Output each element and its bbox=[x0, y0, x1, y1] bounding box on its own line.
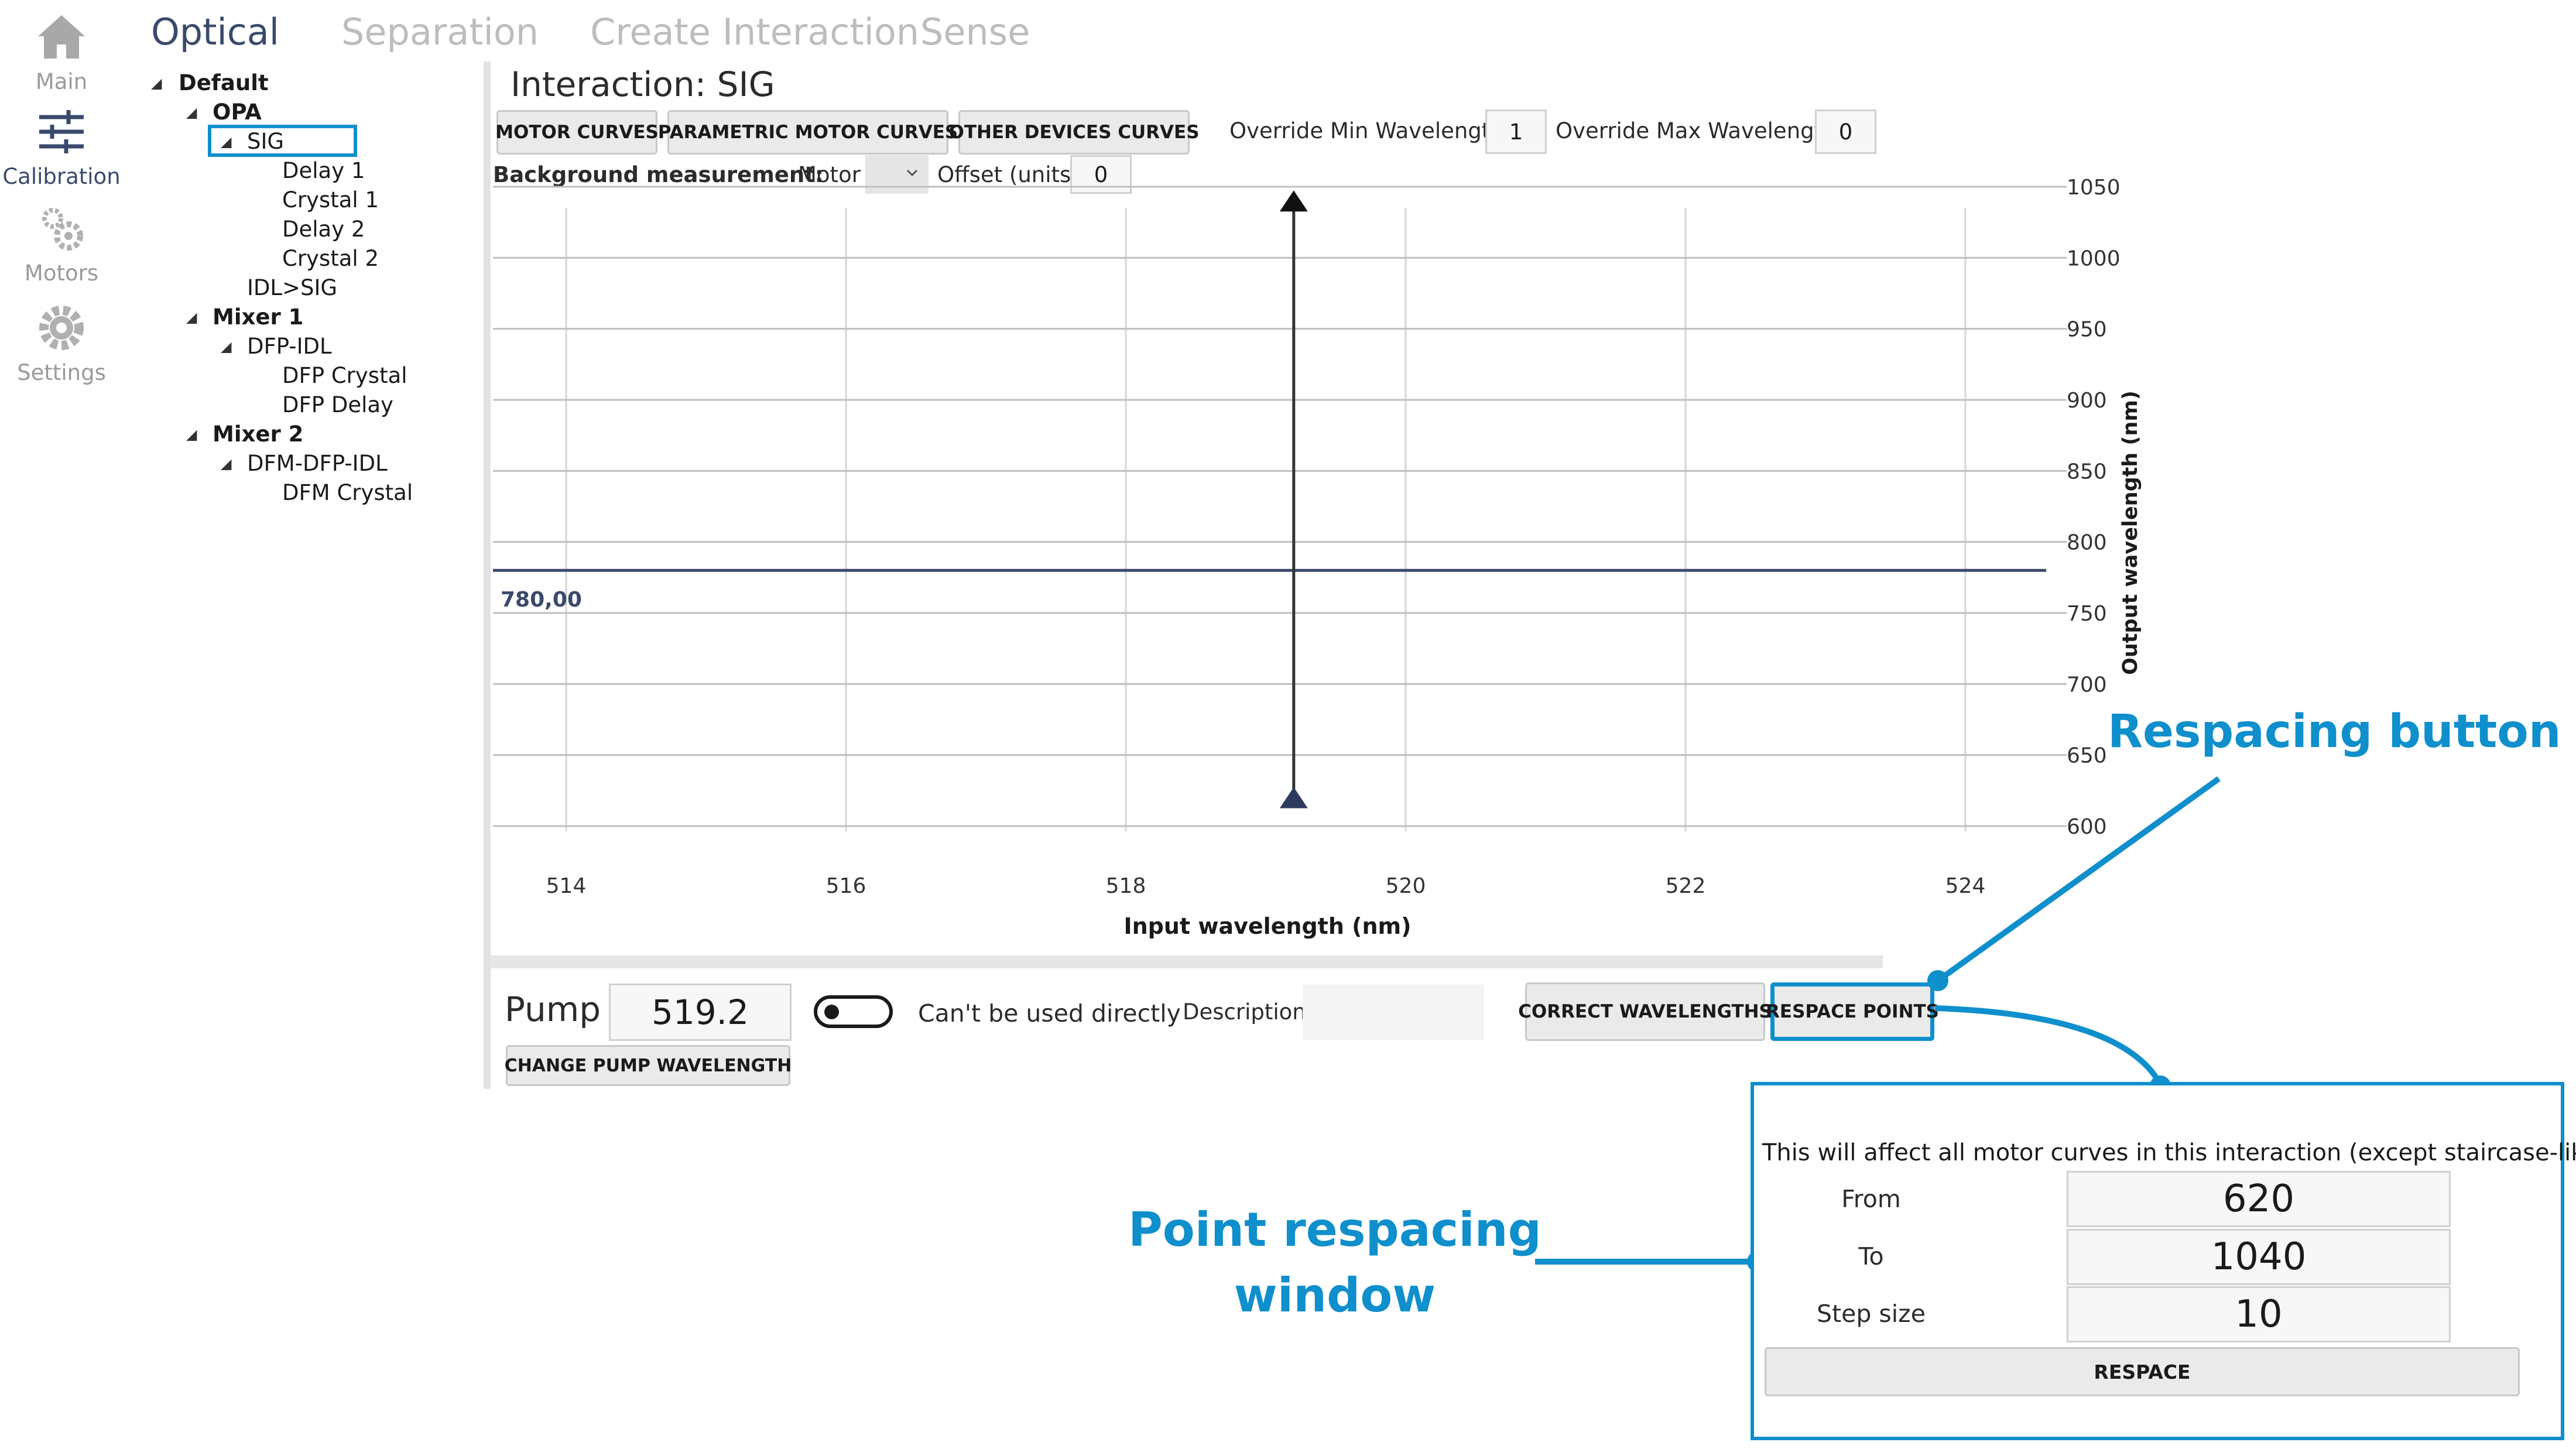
y-tick-label: 950 bbox=[2067, 318, 2107, 342]
marker-top-handle bbox=[1279, 190, 1308, 212]
reference-line-label: 780,00 bbox=[501, 588, 582, 612]
y-tick-label: 850 bbox=[2067, 460, 2107, 484]
y-tick-label: 650 bbox=[2067, 744, 2107, 768]
point-respacing-window-annotation: Point respacing window bbox=[1101, 1197, 1569, 1328]
y-tick-label: 800 bbox=[2067, 531, 2107, 555]
pump-label: Pump bbox=[505, 989, 601, 1029]
from-input[interactable]: 620 bbox=[2067, 1171, 2451, 1227]
x-tick-label: 514 bbox=[546, 874, 587, 898]
step-size-label: Step size bbox=[1817, 1300, 1926, 1328]
respace-points-window: This will affect all motor curves in thi… bbox=[1751, 1082, 2576, 1440]
x-tick-label: 522 bbox=[1666, 874, 1706, 898]
y-axis-label: Output wavelength (nm) bbox=[2119, 390, 2142, 675]
description-label: Description: bbox=[1183, 999, 1314, 1025]
from-label: From bbox=[1841, 1185, 1901, 1213]
correct-wavelengths-button[interactable]: CORRECT WAVELENGTHS bbox=[1518, 982, 1772, 1041]
y-tick-label: 750 bbox=[2067, 602, 2107, 626]
y-tick-label: 1050 bbox=[2067, 176, 2121, 200]
chart-marks: 780,00 bbox=[493, 190, 2046, 809]
y-tick-label: 900 bbox=[2067, 389, 2107, 413]
cant-be-used-directly-toggle[interactable] bbox=[814, 995, 893, 1028]
x-tick-label: 518 bbox=[1106, 874, 1146, 898]
respace-button[interactable]: RESPACE bbox=[1765, 1347, 2520, 1396]
marker-bottom-handle bbox=[1279, 787, 1308, 809]
to-label: To bbox=[1858, 1242, 1884, 1270]
y-tick-label: 1000 bbox=[2067, 246, 2121, 270]
x-axis-label: Input wavelength (nm) bbox=[1123, 913, 1411, 939]
respace-points-button[interactable]: RESPACE POINTS bbox=[1766, 982, 1939, 1041]
x-tick-label: 524 bbox=[1945, 874, 1986, 898]
to-input[interactable]: 1040 bbox=[2067, 1229, 2451, 1285]
pump-input[interactable]: 519.2 bbox=[609, 984, 792, 1041]
toggle-knob bbox=[824, 1005, 839, 1019]
x-tick-label: 520 bbox=[1386, 874, 1426, 898]
wavelength-chart[interactable]: 514 516 518 520 522 524 600 650 700 750 800 850 900 9… bbox=[0, 0, 2576, 995]
respacing-button-annotation: Respacing button bbox=[2108, 705, 2561, 758]
chart-splitter[interactable] bbox=[491, 955, 1883, 968]
x-tick-label: 516 bbox=[826, 874, 866, 898]
change-pump-wavelength-button[interactable]: CHANGE PUMP WAVELENGTH bbox=[505, 1045, 792, 1086]
toggle-label: Can't be used directly bbox=[918, 999, 1181, 1027]
y-tick-label: 700 bbox=[2067, 673, 2107, 697]
chart-grid: 514 516 518 520 522 524 600 650 700 750 800 850 900 9… bbox=[493, 176, 2121, 898]
annotation-line-1: Point respacing bbox=[1128, 1203, 1542, 1257]
respace-info-text: This will affect all motor curves in thi… bbox=[1762, 1139, 2576, 1166]
description-input[interactable] bbox=[1303, 985, 1484, 1040]
annotation-line-2: window bbox=[1234, 1268, 1436, 1323]
step-size-input[interactable]: 10 bbox=[2067, 1286, 2451, 1342]
y-tick-label: 600 bbox=[2067, 815, 2107, 839]
